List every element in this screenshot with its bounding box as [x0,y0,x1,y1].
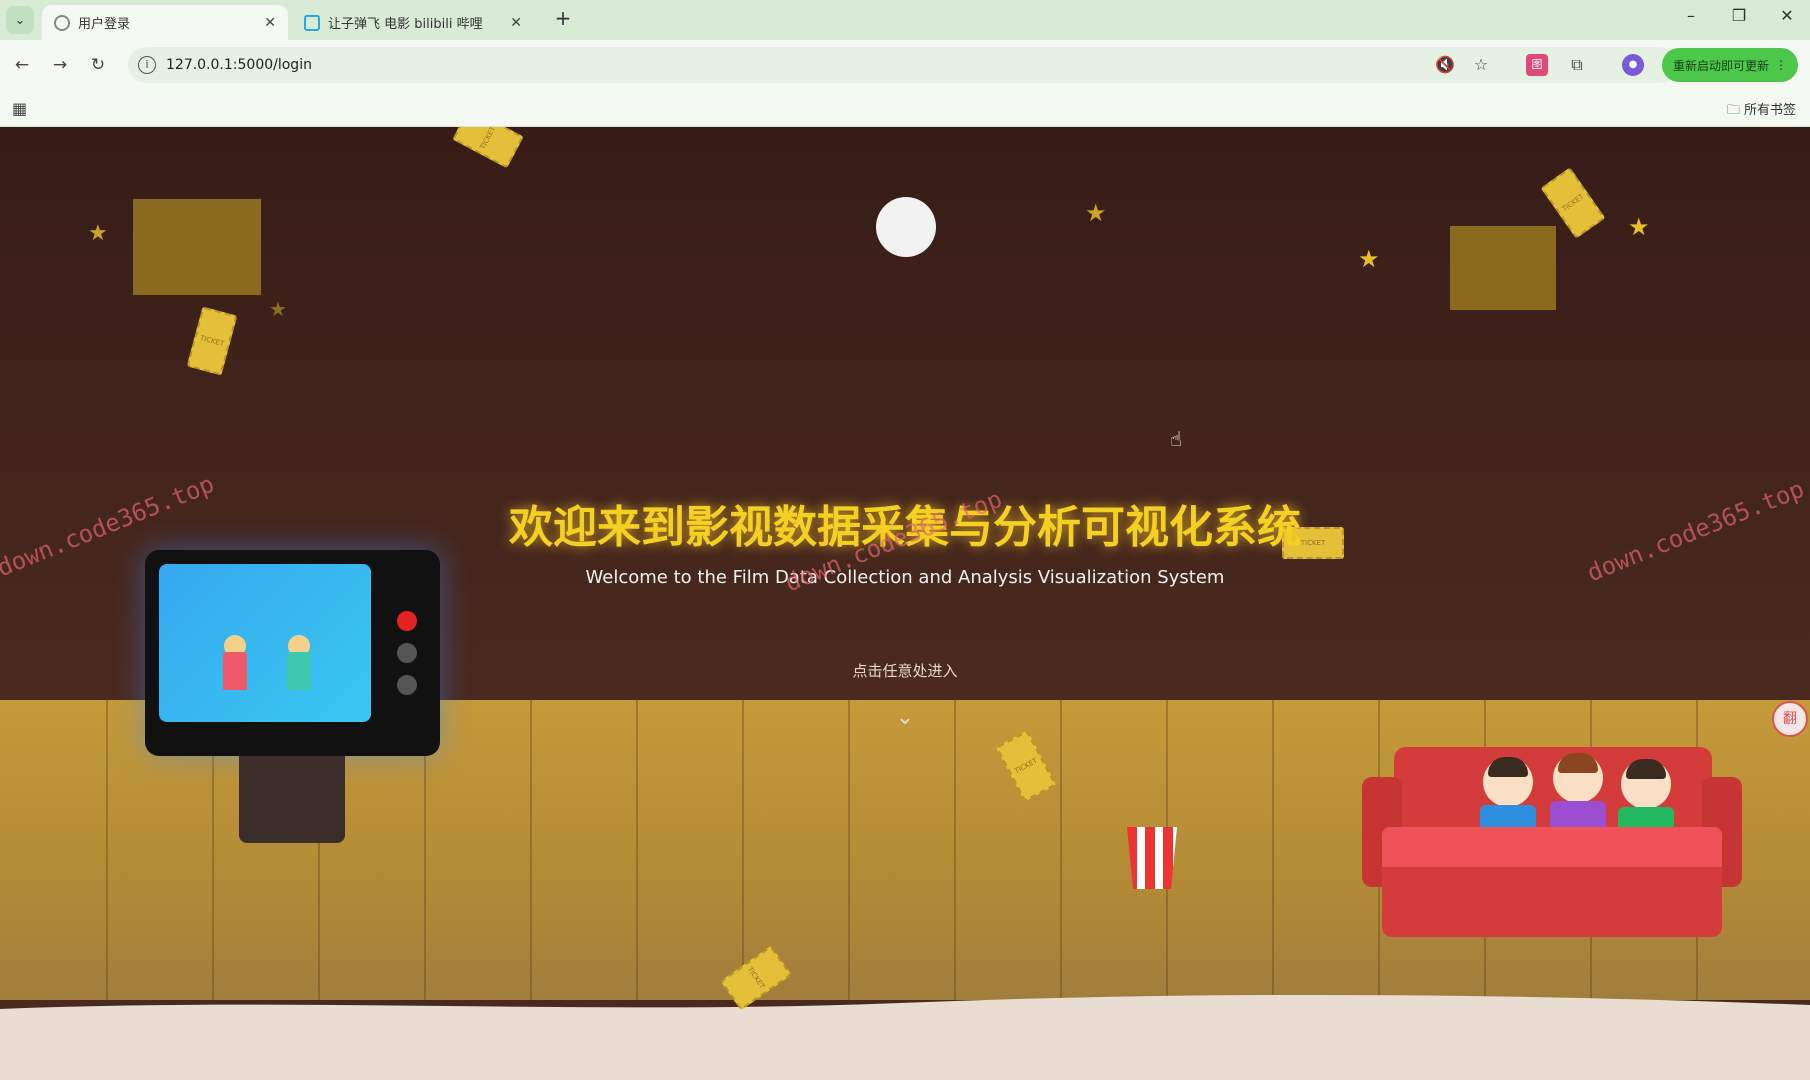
tab-bilibili[interactable]: 让子弹飞 电影 bilibili 哔哩 ✕ [292,5,534,40]
moon [876,197,936,257]
mute-icon[interactable]: 🔇 [1434,54,1456,76]
site-info-icon[interactable]: i [138,56,156,74]
new-tab-button[interactable]: + [550,6,576,30]
extensions-puzzle-icon[interactable]: ⧉ [1566,54,1588,76]
tab-search-dropdown-icon[interactable]: ⌄ [6,6,34,34]
sofa-base [1382,867,1722,937]
update-button-label: 重新启动即可更新 [1672,58,1769,73]
browser-tabbar: ⌄ 用户登录 ✕ 让子弹飞 电影 bilibili 哔哩 ✕ + – ❐ ✕ [0,0,1810,40]
url-text[interactable]: 127.0.0.1:5000/login [166,57,312,73]
bookmark-star-icon[interactable]: ☆ [1470,54,1492,76]
enter-hint[interactable]: 点击任意处进入 [0,660,1810,681]
side-float-button[interactable]: 翻 [1772,701,1808,737]
tab-title: 用户登录 [78,17,131,32]
bookmarks-bar: ▦ 🗀 所有书签 [0,90,1810,127]
reload-icon[interactable]: ↻ [86,53,110,77]
back-icon[interactable]: ← [10,53,34,77]
star-icon: ★ [1628,213,1650,241]
decor-box [1450,226,1556,310]
ticket-icon: TICKET [186,306,238,376]
tab-user-login[interactable]: 用户登录 ✕ [42,5,288,40]
login-splash-page[interactable]: ★ ★ ★ ★ ★ TICKET TICKET TICKET TICKET TI… [0,127,1810,1080]
chevron-down-icon[interactable]: ⌄ [893,705,917,730]
decor-box [133,199,261,295]
tv-stand [239,756,345,843]
all-bookmarks-label: 所有书签 [1743,103,1796,118]
star-icon: ★ [1085,199,1107,227]
floor-baseboard [0,1010,1810,1080]
close-tab-icon[interactable]: ✕ [510,15,522,31]
folder-icon: 🗀 [1726,103,1740,118]
ticket-icon: TICKET [452,127,524,169]
close-window-icon[interactable]: ✕ [1772,6,1802,25]
tv-power-knob [397,611,417,631]
bilibili-icon [304,14,320,31]
update-button[interactable]: 重新启动即可更新 ⋮ [1662,48,1798,82]
browser-navbar: ← → ↻ i 127.0.0.1:5000/login 🔇 ☆ 图 ⧉ ● 重… [0,40,1810,90]
extension-icon[interactable]: 图 [1526,54,1548,76]
page-subtitle: Welcome to the Film Data Collection and … [585,567,1225,588]
address-bar[interactable]: i 127.0.0.1:5000/login 🔇 ☆ [128,47,1678,83]
sofa-with-audience [1362,747,1742,937]
forward-icon[interactable]: → [48,53,72,77]
close-tab-icon[interactable]: ✕ [264,15,276,31]
popcorn-icon [1127,827,1177,889]
star-icon: ★ [269,297,287,321]
menu-icon[interactable]: ⋮ [1775,58,1787,72]
tab-title: 让子弹飞 电影 bilibili 哔哩 [328,17,483,32]
star-icon: ★ [88,221,108,246]
apps-grid-icon[interactable]: ▦ [12,99,27,118]
profile-avatar-icon[interactable]: ● [1622,54,1644,76]
star-icon: ★ [1358,245,1380,273]
minimize-icon[interactable]: – [1676,6,1706,25]
all-bookmarks-link[interactable]: 🗀 所有书签 [1727,99,1796,123]
hand-cursor-icon: ☝ [1170,427,1183,451]
restore-icon[interactable]: ❐ [1724,6,1754,25]
globe-icon [54,14,70,31]
